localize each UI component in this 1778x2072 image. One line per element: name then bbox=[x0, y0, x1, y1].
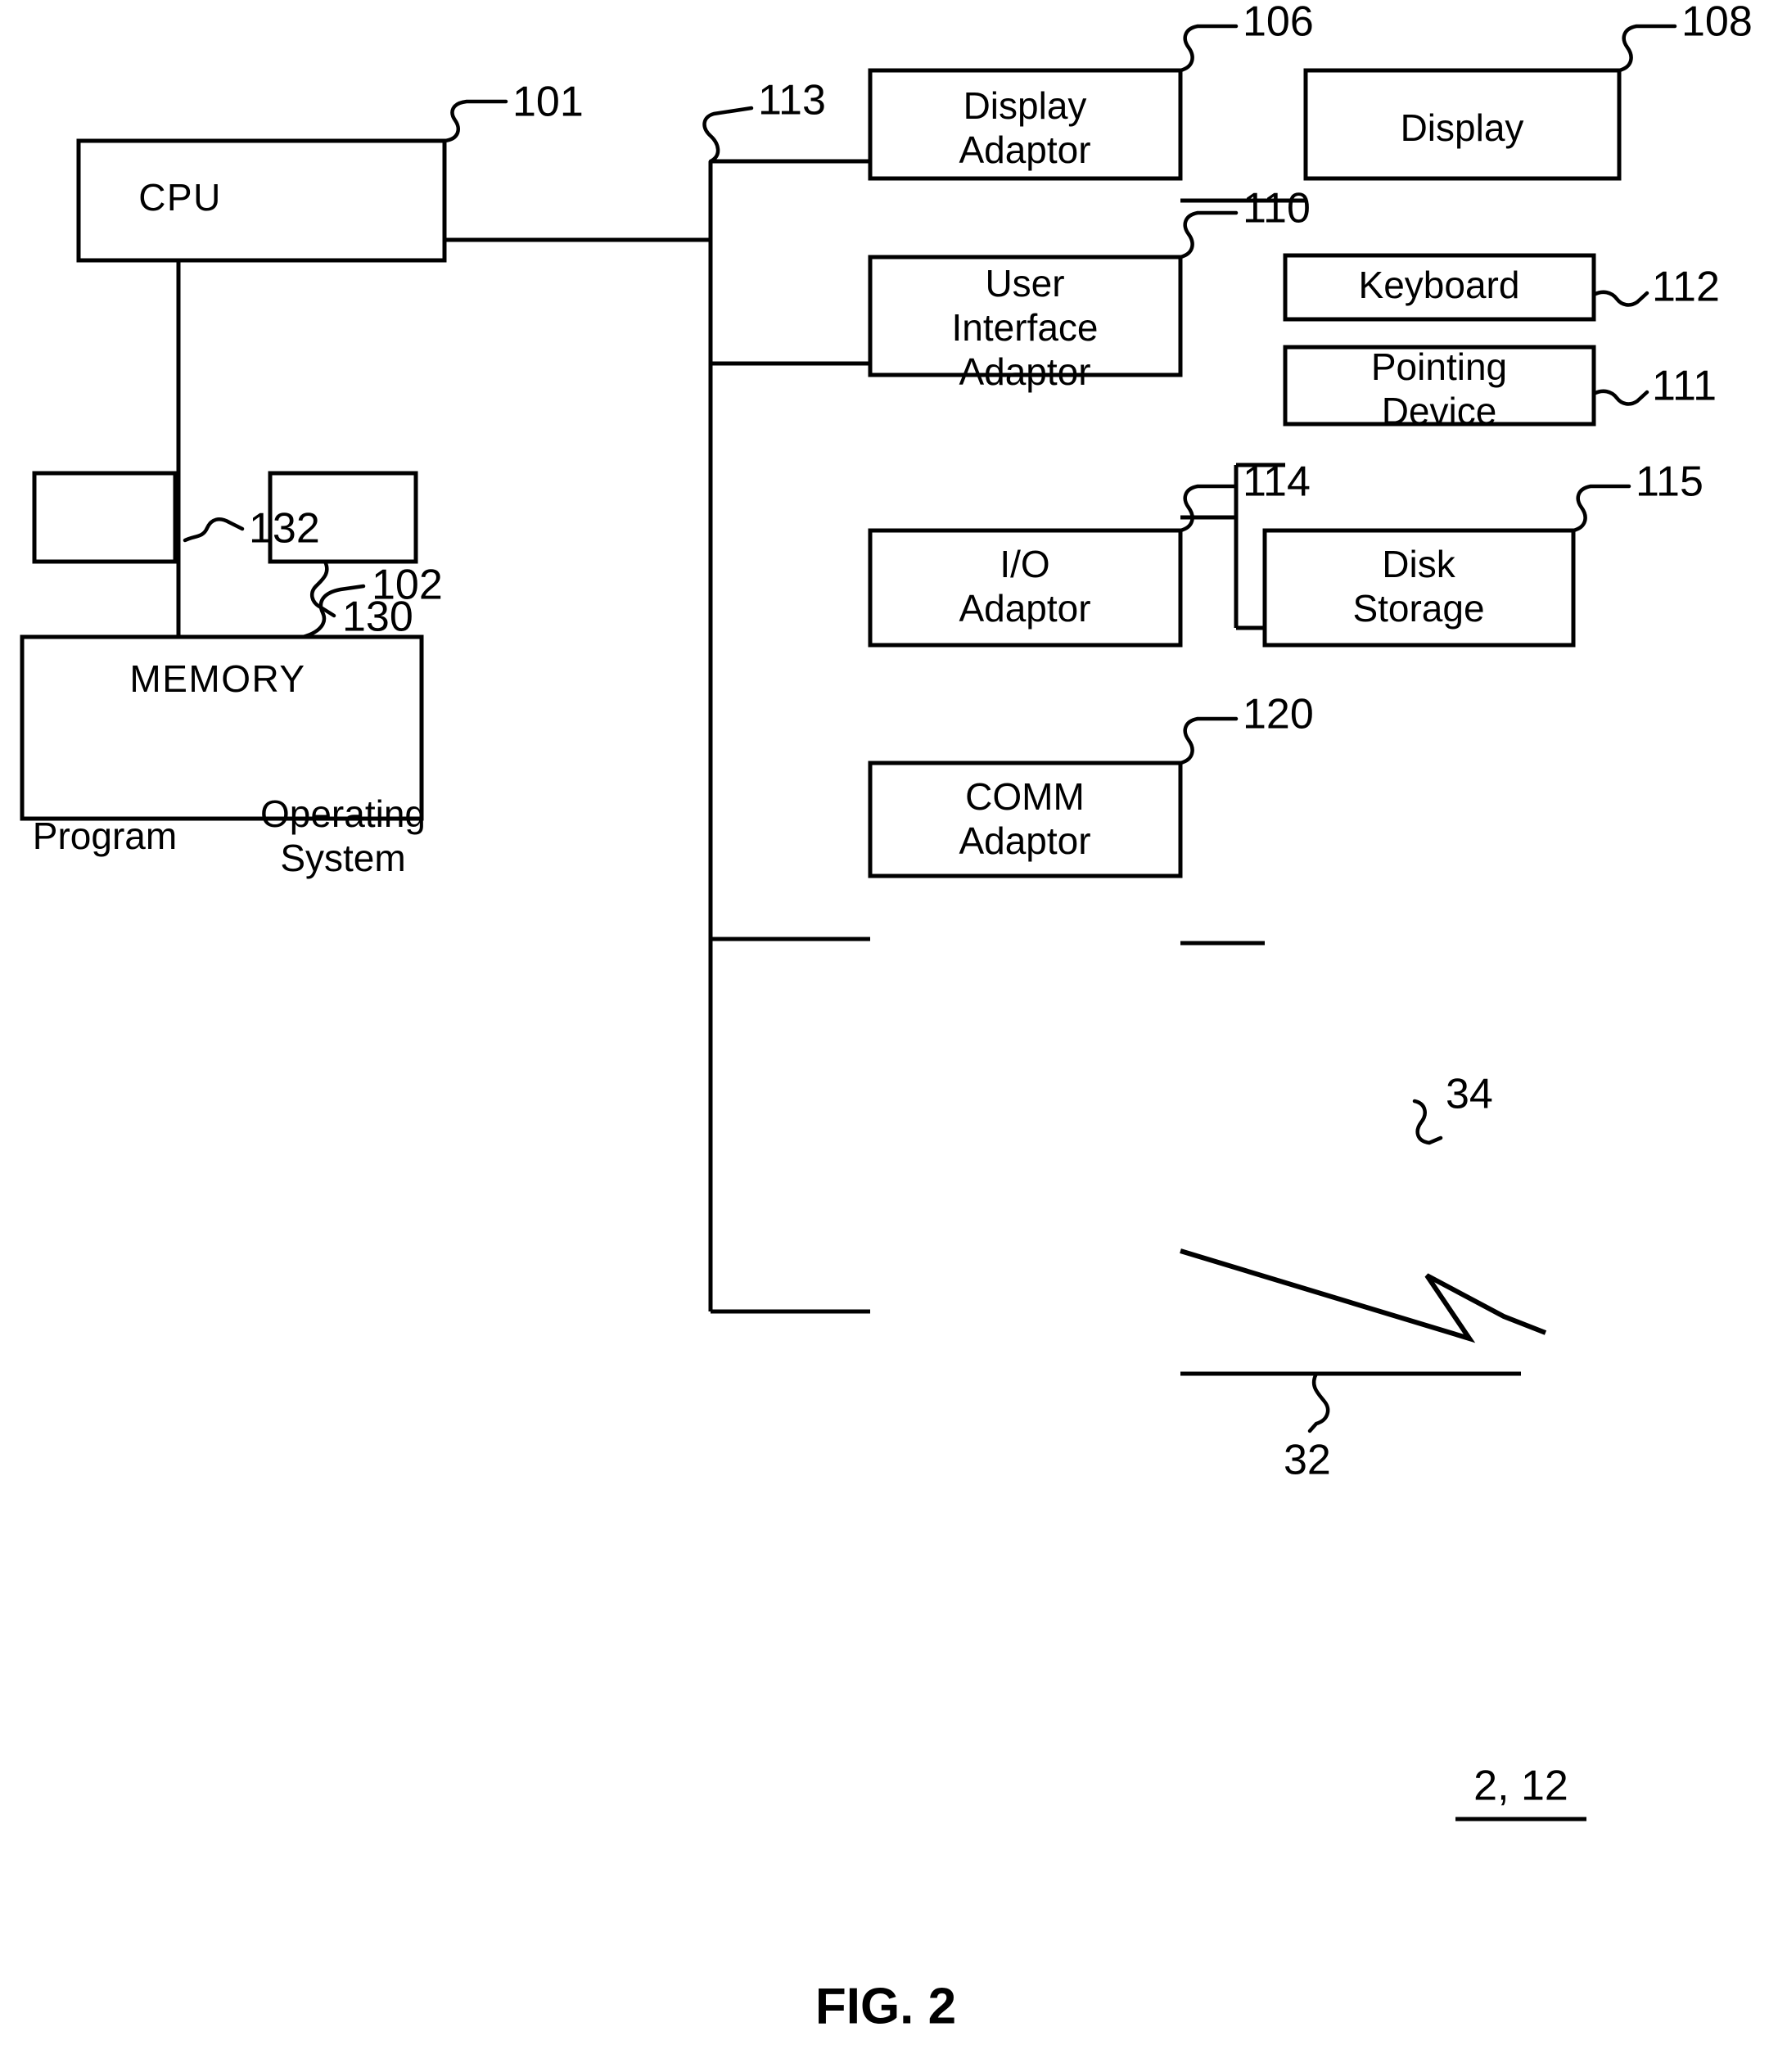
program-block bbox=[32, 471, 178, 564]
ref-numeral-34: 34 bbox=[1446, 1071, 1493, 1118]
ref-numeral-115: 115 bbox=[1636, 458, 1704, 506]
disk-storage-label-line2: Storage bbox=[1352, 587, 1484, 630]
leader-112 bbox=[1591, 290, 1649, 307]
leader-132 bbox=[183, 517, 245, 543]
comm-adaptor-label-line2: Adaptor bbox=[959, 819, 1090, 862]
ref-numeral-130: 130 bbox=[342, 594, 413, 641]
cpu-box bbox=[76, 138, 447, 263]
wireless-link-bolt bbox=[1180, 1248, 1547, 1343]
io-adaptor-label-line2: Adaptor bbox=[959, 587, 1090, 630]
operating-system-label-line2: System bbox=[280, 837, 405, 879]
system-reference-group: 2, 12 bbox=[1455, 1763, 1586, 1821]
ref-numeral-32: 32 bbox=[1284, 1437, 1331, 1484]
leader-32 bbox=[1307, 1371, 1330, 1433]
keyboard-label: Keyboard bbox=[1359, 264, 1520, 306]
ui-adaptor-label-line1: User bbox=[985, 262, 1064, 305]
system-reference-label: 2, 12 bbox=[1473, 1763, 1568, 1810]
ref-numeral-111: 111 bbox=[1652, 363, 1717, 410]
ref-numeral-114: 114 bbox=[1243, 458, 1311, 506]
ref-numeral-120: 120 bbox=[1243, 691, 1314, 738]
leader-108 bbox=[1617, 24, 1677, 73]
leader-101 bbox=[442, 99, 508, 143]
disk-storage-label-line1: Disk bbox=[1382, 543, 1455, 585]
figure-canvas: CPU MEMORY Program Operating System Disp… bbox=[20, 0, 1753, 2034]
memory-label: MEMORY bbox=[129, 657, 305, 700]
pointing-device-label-line1: Pointing bbox=[1371, 345, 1507, 388]
ref-numeral-108: 108 bbox=[1681, 0, 1753, 46]
ref-numeral-101: 101 bbox=[512, 79, 584, 126]
program-box bbox=[32, 471, 178, 564]
ref-numeral-112: 112 bbox=[1652, 264, 1720, 311]
cpu-label: CPU bbox=[138, 176, 222, 219]
ref-numeral-132: 132 bbox=[249, 505, 320, 553]
cpu-block bbox=[76, 138, 447, 263]
ref-numeral-113: 113 bbox=[758, 77, 826, 124]
ui-adaptor-label-line2: Interface bbox=[952, 306, 1099, 349]
leader-113 bbox=[702, 106, 754, 164]
ref-numeral-110: 110 bbox=[1243, 185, 1311, 232]
ref-numeral-106: 106 bbox=[1243, 0, 1314, 46]
leader-106 bbox=[1178, 24, 1239, 73]
leader-120 bbox=[1178, 716, 1239, 765]
program-label: Program bbox=[33, 815, 177, 857]
ui-adaptor-label-line3: Adaptor bbox=[959, 350, 1090, 393]
leader-111 bbox=[1591, 389, 1649, 406]
display-adaptor-label-line2: Adaptor bbox=[959, 129, 1090, 171]
leader-115 bbox=[1571, 484, 1631, 533]
leader-110 bbox=[1178, 210, 1239, 260]
display-label: Display bbox=[1401, 106, 1524, 149]
operating-system-label-line1: Operating bbox=[260, 792, 426, 835]
leader-34 bbox=[1412, 1099, 1443, 1145]
patent-figure-2: CPU MEMORY Program Operating System Disp… bbox=[0, 0, 1778, 2072]
io-adaptor-label-line1: I/O bbox=[1000, 543, 1049, 585]
leader-130 bbox=[309, 559, 336, 618]
figure-caption: FIG. 2 bbox=[815, 1978, 956, 2034]
comm-adaptor-label-line1: COMM bbox=[965, 775, 1085, 818]
display-adaptor-label-line1: Display bbox=[963, 84, 1087, 127]
pointing-device-label-line2: Device bbox=[1382, 390, 1497, 432]
leader-114 bbox=[1178, 484, 1239, 533]
